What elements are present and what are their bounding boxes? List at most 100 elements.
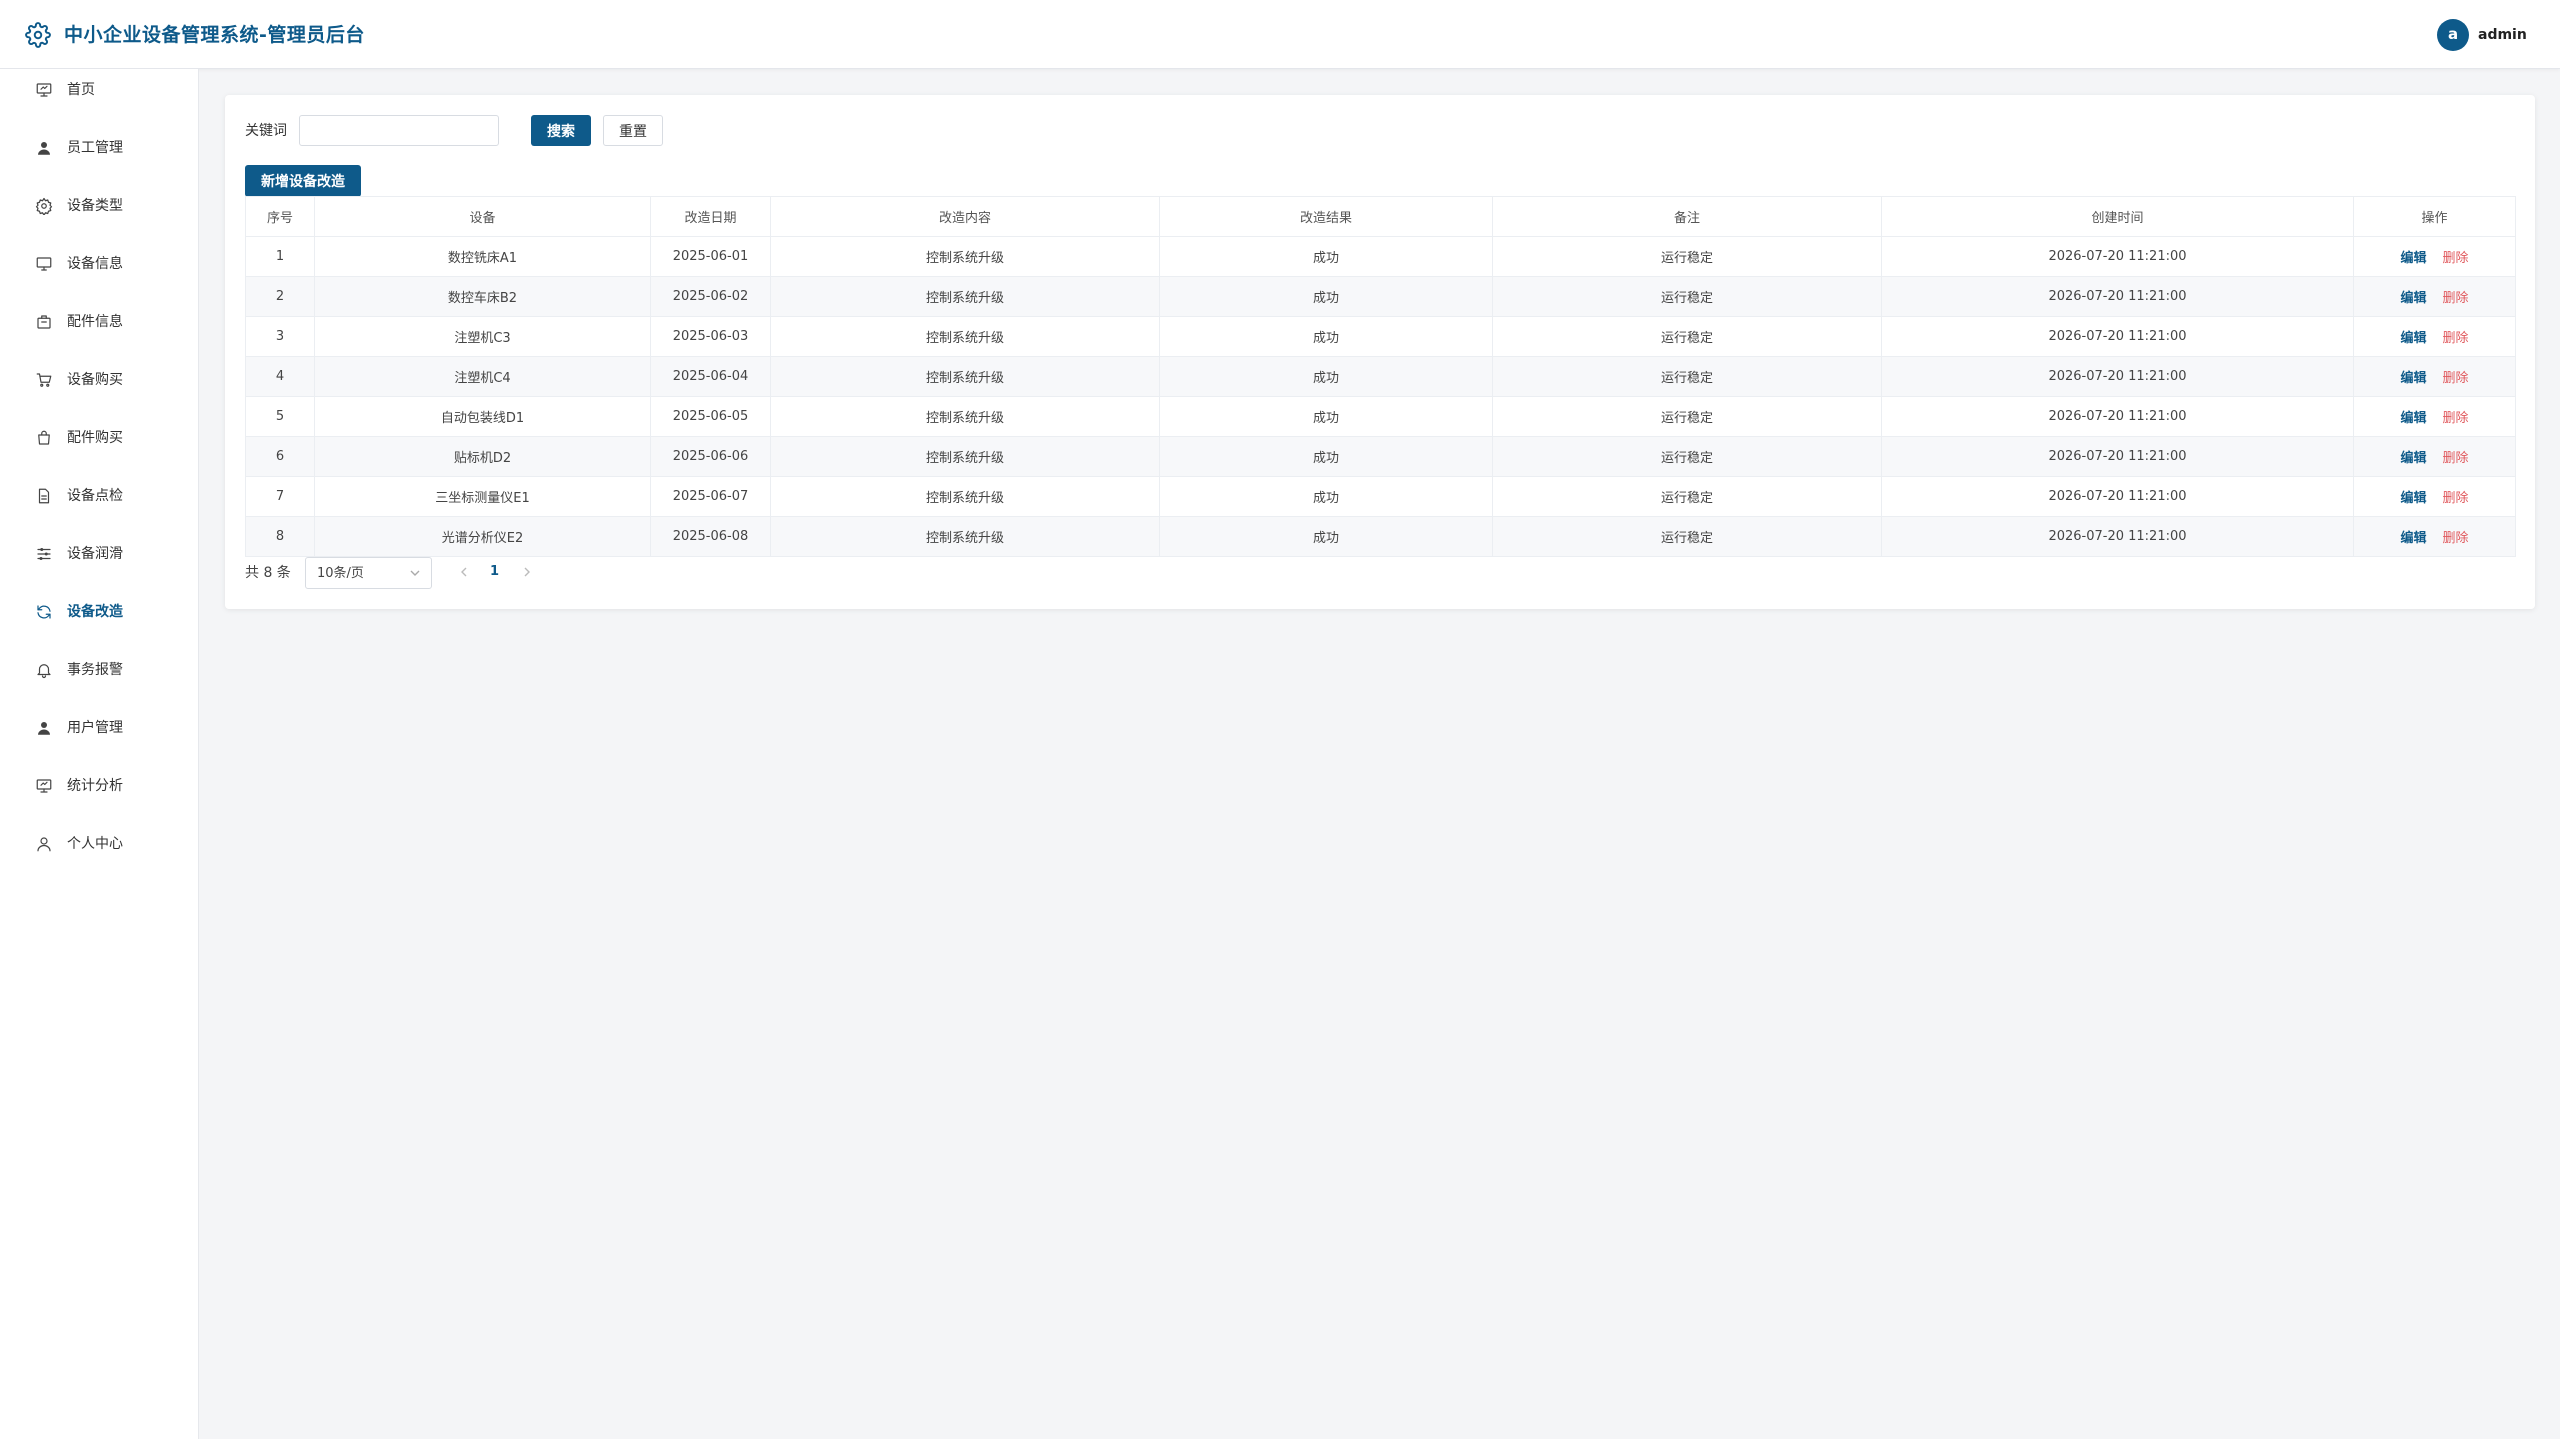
user-name[interactable]: admin [2478, 19, 2527, 51]
edit-link[interactable]: 编辑 [2400, 371, 2426, 386]
cell-content: 控制系统升级 [770, 516, 1160, 557]
cell-actions: 编辑 删除 [2353, 356, 2516, 397]
settings-icon [35, 197, 53, 216]
cell-remark: 运行稳定 [1492, 356, 1882, 397]
sidebar-item[interactable]: 设备信息 [0, 238, 199, 290]
keyword-input[interactable] [299, 115, 499, 146]
cell-actions: 编辑 删除 [2353, 476, 2516, 517]
sidebar-item[interactable]: 设备润滑 [0, 528, 199, 580]
presentation-icon [35, 81, 53, 99]
cell-content: 控制系统升级 [770, 356, 1160, 397]
sidebar-item[interactable]: 用户管理 [0, 702, 199, 754]
cell-remark: 运行稳定 [1492, 236, 1882, 277]
sidebar-item[interactable]: 个人中心 [0, 818, 199, 870]
cell-actions: 编辑 删除 [2353, 396, 2516, 437]
sidebar-item[interactable]: 统计分析 [0, 760, 199, 812]
sidebar-item[interactable]: 设备购买 [0, 354, 199, 406]
sidebar-item-label: 事务报警 [67, 662, 123, 678]
cell-no: 1 [245, 236, 315, 277]
delete-link[interactable]: 删除 [2443, 331, 2469, 346]
monitor-icon [35, 255, 53, 273]
add-renovation-button[interactable]: 新增设备改造 [245, 165, 361, 197]
delete-link[interactable]: 删除 [2443, 291, 2469, 306]
sidebar-item-label: 设备点检 [67, 488, 123, 504]
sidebar-item-label: 个人中心 [67, 836, 123, 852]
cell-actions: 编辑 删除 [2353, 316, 2516, 357]
gear-icon [25, 22, 51, 48]
sidebar-item[interactable]: 设备点检 [0, 470, 199, 522]
cell-content: 控制系统升级 [770, 276, 1160, 317]
user-outline-icon [35, 835, 53, 853]
cell-remark: 运行稳定 [1492, 516, 1882, 557]
sidebar-item-label: 设备购买 [67, 372, 123, 388]
delete-link[interactable]: 删除 [2443, 451, 2469, 466]
cell-date: 2025-06-03 [650, 316, 771, 357]
next-page-button[interactable] [521, 562, 535, 582]
cell-created: 2026-07-20 11:21:00 [1881, 236, 2354, 277]
reset-button[interactable]: 重置 [603, 115, 663, 146]
delete-link[interactable]: 删除 [2443, 411, 2469, 426]
top-header: 中小企业设备管理系统-管理员后台 a admin [0, 0, 2560, 69]
column-header-result[interactable]: 改造结果 [1159, 196, 1493, 237]
cell-result: 成功 [1159, 436, 1493, 477]
column-header-device[interactable]: 设备 [314, 196, 651, 237]
avatar[interactable]: a [2437, 19, 2469, 51]
column-header-actions: 操作 [2353, 196, 2516, 237]
edit-link[interactable]: 编辑 [2400, 331, 2426, 346]
search-button[interactable]: 搜索 [531, 115, 591, 146]
sidebar-item[interactable]: 配件信息 [0, 296, 199, 348]
cell-result: 成功 [1159, 356, 1493, 397]
sidebar-item[interactable]: 设备改造 [0, 586, 199, 638]
cell-created: 2026-07-20 11:21:00 [1881, 476, 2354, 517]
sidebar-item[interactable]: 配件购买 [0, 412, 199, 464]
edit-link[interactable]: 编辑 [2400, 411, 2426, 426]
delete-link[interactable]: 删除 [2443, 531, 2469, 546]
column-header-no[interactable]: 序号 [245, 196, 315, 237]
total-count: 共 8 条 [245, 565, 291, 581]
edit-link[interactable]: 编辑 [2400, 531, 2426, 546]
cell-device: 贴标机D2 [314, 436, 651, 477]
chevron-right-icon [524, 567, 530, 577]
keyword-label: 关键词 [245, 123, 287, 139]
cell-actions: 编辑 删除 [2353, 276, 2516, 317]
column-header-date[interactable]: 改造日期 [650, 196, 771, 237]
cell-date: 2025-06-08 [650, 516, 771, 557]
sidebar-item[interactable]: 首页 [0, 64, 199, 116]
sidebar-item-label: 首页 [67, 82, 95, 98]
sidebar-item-label: 员工管理 [67, 140, 123, 156]
column-header-remark[interactable]: 备注 [1492, 196, 1882, 237]
cell-device: 注塑机C4 [314, 356, 651, 397]
edit-link[interactable]: 编辑 [2400, 451, 2426, 466]
column-header-content[interactable]: 改造内容 [770, 196, 1160, 237]
cart-icon [35, 371, 53, 389]
document-icon [35, 487, 53, 505]
delete-link[interactable]: 删除 [2443, 371, 2469, 386]
sidebar-item-label: 统计分析 [67, 778, 123, 794]
prev-page-button[interactable] [458, 562, 472, 582]
table-row: 3 注塑机C3 2025-06-03 控制系统升级 成功 运行稳定 2026-07-20 1… [245, 316, 2516, 357]
page-size-select[interactable]: 10条/页 [305, 557, 432, 589]
sidebar-item[interactable]: 员工管理 [0, 122, 199, 174]
cell-no: 7 [245, 476, 315, 517]
cell-created: 2026-07-20 11:21:00 [1881, 436, 2354, 477]
sidebar-item[interactable]: 设备类型 [0, 180, 199, 232]
table-row: 8 光谱分析仪E2 2025-06-08 控制系统升级 成功 运行稳定 2026-07-20… [245, 516, 2516, 557]
edit-link[interactable]: 编辑 [2400, 291, 2426, 306]
cell-created: 2026-07-20 11:21:00 [1881, 516, 2354, 557]
edit-link[interactable]: 编辑 [2400, 491, 2426, 506]
cell-device: 光谱分析仪E2 [314, 516, 651, 557]
sidebar-item[interactable]: 事务报警 [0, 644, 199, 696]
bag-icon [35, 429, 53, 447]
cell-date: 2025-06-07 [650, 476, 771, 517]
column-header-created[interactable]: 创建时间 [1881, 196, 2354, 237]
page-number-current[interactable]: 1 [490, 561, 499, 583]
delete-link[interactable]: 删除 [2443, 491, 2469, 506]
page-size-value: 10条/页 [317, 566, 364, 581]
cell-no: 4 [245, 356, 315, 397]
sidebar-item-label: 用户管理 [67, 720, 123, 736]
box-icon [35, 313, 53, 331]
edit-link[interactable]: 编辑 [2400, 251, 2426, 266]
table-header-row: 序号 设备 改造日期 改造内容 改造结果 备注 创建时间 操作 [245, 196, 2516, 237]
delete-link[interactable]: 删除 [2443, 251, 2469, 266]
app-title: 中小企业设备管理系统-管理员后台 [64, 24, 365, 46]
